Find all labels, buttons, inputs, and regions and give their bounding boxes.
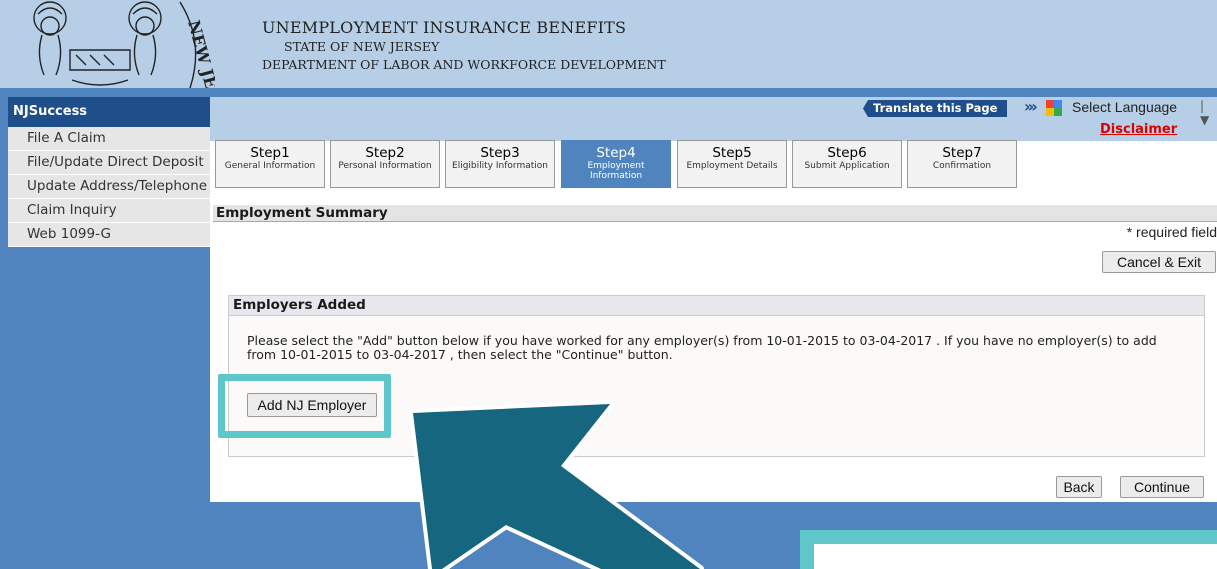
continue-button[interactable]: Continue: [1120, 476, 1204, 498]
step-2-tab[interactable]: Step2 Personal Information: [330, 140, 440, 188]
site-banner: NEW JER UNEMPLOYMENT INSURANCE BENEFITS …: [0, 0, 1217, 88]
sidebar-title: NJSuccess: [8, 97, 210, 127]
step-6-tab[interactable]: Step6 Submit Application: [792, 140, 902, 188]
step-number: Step4: [596, 145, 636, 161]
chevrons-right-icon: ›››: [1024, 97, 1038, 116]
step-description: General Information: [224, 161, 316, 171]
step-5-tab[interactable]: Step5 Employment Details: [677, 140, 787, 188]
sidebar-item-direct-deposit[interactable]: File/Update Direct Deposit: [8, 151, 210, 175]
select-language-dropdown[interactable]: Select Language: [1072, 99, 1177, 115]
step-3-tab[interactable]: Step3 Eligibility Information: [445, 140, 555, 188]
step-description: Personal Information: [338, 161, 432, 171]
top-strip: [210, 97, 1217, 141]
disclaimer-link[interactable]: Disclaimer: [1100, 122, 1177, 137]
required-field-note: * required field: [1126, 224, 1217, 240]
sidebar-item-claim-inquiry[interactable]: Claim Inquiry: [8, 199, 210, 223]
step-description: Eligibility Information: [452, 161, 548, 171]
banner-department: DEPARTMENT OF LABOR AND WORKFORCE DEVELO…: [262, 57, 666, 72]
step-description: Confirmation: [932, 161, 992, 171]
step-number: Step3: [480, 145, 520, 161]
step-number: Step2: [365, 145, 405, 161]
step-description: Submit Application: [804, 161, 890, 171]
overlay-card: [814, 544, 1217, 569]
banner-state: STATE OF NEW JERSEY: [284, 39, 440, 54]
step-number: Step5: [712, 145, 752, 161]
section-title: Employment Summary: [213, 205, 1217, 222]
banner-title: UNEMPLOYMENT INSURANCE BENEFITS: [262, 18, 627, 37]
cancel-exit-button[interactable]: Cancel & Exit: [1102, 251, 1216, 273]
employers-added-title: Employers Added: [229, 296, 1204, 316]
step-description: Employment Details: [686, 161, 778, 171]
sidebar-item-web-1099g[interactable]: Web 1099-G: [8, 223, 210, 247]
main-panel: Translate this Page ››› Select Language …: [210, 97, 1217, 502]
step-number: Step7: [942, 145, 982, 161]
translate-page-button[interactable]: Translate this Page: [863, 100, 1008, 117]
nj-state-seal-icon: NEW JER: [10, 0, 215, 88]
step-number: Step6: [827, 145, 867, 161]
step-1-tab[interactable]: Step1 General Information: [215, 140, 325, 188]
sidebar-item-update-address[interactable]: Update Address/Telephone: [8, 175, 210, 199]
employers-instructions: Please select the "Add" button below if …: [247, 333, 1157, 362]
banner-titles: UNEMPLOYMENT INSURANCE BENEFITS STATE OF…: [262, 18, 666, 72]
step-description: Employment Information: [587, 161, 645, 181]
google-translate-icon: [1046, 100, 1062, 116]
sidebar-nav: NJSuccess File A Claim File/Update Direc…: [8, 97, 210, 569]
step-number: Step1: [250, 145, 290, 161]
step-7-tab[interactable]: Step7 Confirmation: [907, 140, 1017, 188]
back-button[interactable]: Back: [1056, 476, 1102, 498]
step-4-tab[interactable]: Step4 Employment Information: [561, 140, 671, 188]
dropdown-arrow-icon[interactable]: | ▼: [1200, 99, 1217, 127]
sidebar-item-file-claim[interactable]: File A Claim: [8, 127, 210, 151]
highlight-box: [218, 374, 391, 438]
